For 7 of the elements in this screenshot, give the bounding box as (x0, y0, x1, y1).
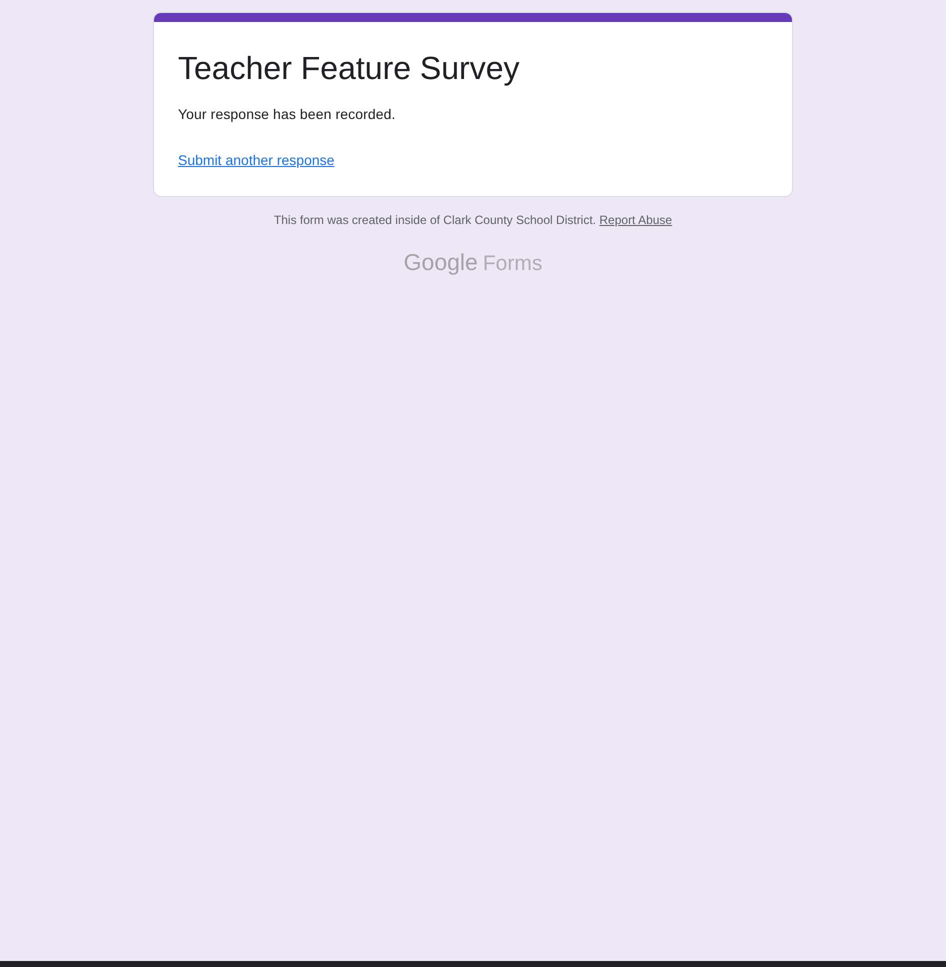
confirmation-text: Your response has been recorded. (178, 105, 396, 124)
report-abuse-link[interactable]: Report Abuse (599, 213, 672, 227)
footer-notice-text: This form was created inside of Clark County School District. (274, 213, 596, 227)
submit-another-link[interactable]: Submit another response (178, 150, 334, 170)
logo-product-text: Forms (482, 251, 542, 277)
logo-brand-text: Google (404, 249, 478, 275)
form-title: Teacher Feature Survey (178, 49, 520, 87)
